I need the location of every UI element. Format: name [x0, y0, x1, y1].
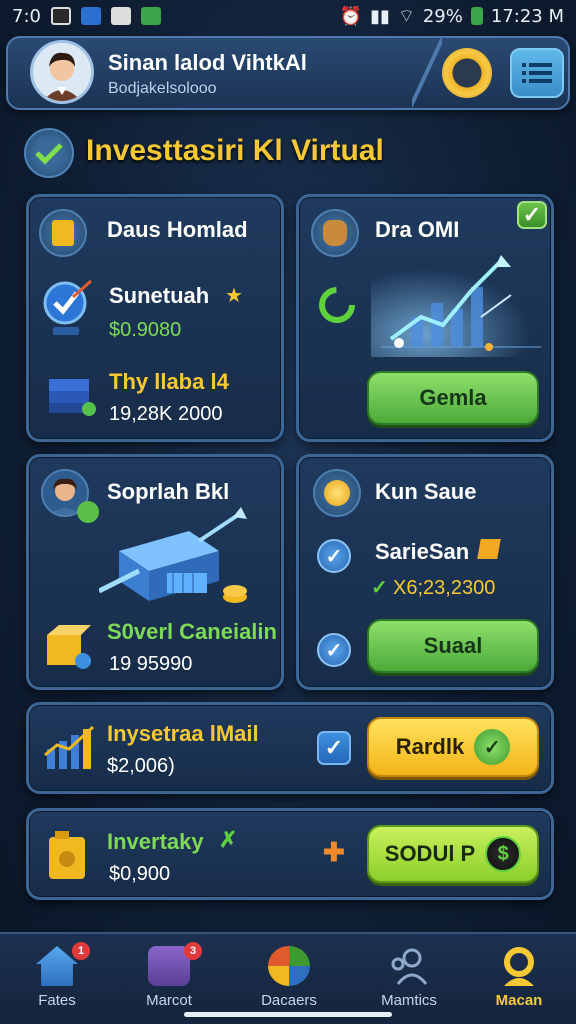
card-4-value: X6;23,2300 [393, 577, 496, 599]
settings-badge-icon[interactable] [442, 48, 492, 98]
gold-coin-icon [39, 209, 87, 257]
fuel-can-icon [45, 829, 91, 881]
notification-icon [50, 7, 71, 25]
card-2-check-icon: ✓ [517, 201, 547, 229]
row-6-label: Invertaky [107, 829, 204, 854]
status-bar: 7:0 ⏰ ▮▮ ⌔ 29% 17:23 M [0, 0, 576, 32]
card-4-small-check-icon: ✓ [371, 577, 388, 599]
home-indicator[interactable] [184, 1012, 392, 1017]
investment-card-4: Kun Saue ✓ SarieSan ✓ X6;23,2300 ✓ Suaal [296, 454, 554, 690]
investment-card-2: Dra OMI ✓ Gemla [296, 194, 554, 442]
growth-chart-icon [371, 247, 547, 357]
row-5-label: Inysetraa lMail [107, 721, 259, 746]
coin-icon [313, 469, 361, 517]
nav-label-marcot: Marcot [146, 992, 192, 1009]
status-time: 17:23 M [490, 5, 564, 27]
card-4-label: SarieSan [375, 539, 470, 564]
card-4-check2-icon: ✓ [317, 633, 351, 667]
nav-badge-1: 1 [72, 942, 90, 960]
status-left-text: 7:0 [12, 5, 41, 27]
card-1-row1-label: Sunetuah [109, 283, 210, 308]
bottom-nav: 1 Fates 3 Marcot Dacaers Mamtics Macan [0, 932, 576, 1024]
server-stack-icon [45, 373, 97, 417]
nav-label-mamtics: Mamtics [381, 992, 437, 1009]
battery-icon [470, 7, 483, 25]
globe-icon [268, 946, 310, 986]
refresh-icon [317, 285, 357, 325]
header-divider [412, 38, 442, 108]
avatar-portrait-icon [33, 43, 91, 101]
card-4-check-icon: ✓ [317, 539, 351, 573]
star-icon: ★ [225, 285, 243, 307]
flag-icon [477, 539, 501, 559]
people-icon [388, 946, 430, 986]
alarm-icon: ⏰ [339, 5, 363, 27]
card-1-row2-label: Thy llaba l4 [109, 369, 229, 394]
row-6-value: $0,900 [109, 863, 171, 885]
profile-ring-icon [498, 946, 540, 986]
warehouse-icon [97, 501, 249, 611]
card-4-title: Kun Saue [375, 479, 477, 504]
card-1-row2-value: 19,28K 2000 [109, 403, 223, 425]
target-icon [43, 279, 93, 339]
row-5-checkbox[interactable]: ✓ [317, 731, 351, 765]
player-name: Sinan lalod VihtkAl [108, 50, 307, 75]
row-6-x-icon: ✗ [219, 827, 238, 852]
row-6-button-label: SODUl P [384, 841, 476, 866]
section-check-icon [24, 128, 74, 178]
investment-row-6: Invertaky ✗ $0,900 ✚ SODUl P $ [26, 808, 554, 900]
card-2-action-button[interactable]: Gemla [367, 371, 539, 425]
card-3-value: 19 95990 [109, 653, 193, 675]
nav-item-mamtics[interactable]: Mamtics [354, 942, 464, 1018]
nav-label-macan: Macan [495, 992, 543, 1009]
money-bag-icon [311, 209, 359, 257]
nav-label-fates: Fates [38, 992, 76, 1009]
investment-card-3: Soprlah Bkl S0verl Caneialin 19 95990 [26, 454, 284, 690]
nav-badge-2: 3 [184, 942, 202, 960]
coin-box-icon [45, 623, 91, 671]
row-6-action-button[interactable]: SODUl P $ [367, 825, 539, 883]
profile-header: Sinan lalod VihtkAl Bodjakelsolooo [6, 36, 570, 110]
wifi-icon: ⌔ [397, 5, 415, 27]
player-subtitle: Bodjakelsolooo [108, 80, 217, 97]
puzzle-icon: ✚ [323, 837, 345, 867]
message-icon [110, 7, 131, 25]
investment-card-1: Daus Homlad Sunetuah ★ $0.9080 Thy llaba… [26, 194, 284, 442]
bar-chart-icon [43, 725, 97, 773]
menu-icon [522, 63, 552, 83]
check-notification-icon [140, 7, 161, 25]
card-2-title: Dra OMI [375, 217, 460, 242]
avatar[interactable] [30, 40, 94, 104]
investment-row-5: Inysetraa lMail $2,006) ✓ Rardlk ✓ [26, 702, 554, 794]
add-badge-icon [77, 501, 99, 523]
row-5-check-icon: ✓ [474, 729, 511, 765]
menu-button[interactable] [510, 48, 564, 98]
nav-item-marcot[interactable]: 3 Marcot [114, 942, 224, 1018]
card-1-row1-value: $0.9080 [109, 319, 182, 341]
nav-label-dacaers: Dacaers [261, 992, 317, 1009]
section-title: Investtasiri Kl Virtual [86, 134, 384, 167]
card-1-title: Daus Homlad [107, 217, 248, 242]
signal-icon: ▮▮ [370, 5, 390, 27]
dollar-icon: $ [485, 836, 522, 872]
nav-item-fates[interactable]: 1 Fates [2, 942, 112, 1018]
row-5-value: $2,006) [107, 755, 175, 777]
nav-item-dacaers[interactable]: Dacaers [234, 942, 344, 1018]
battery-percent: 29% [422, 5, 463, 27]
row-5-action-button[interactable]: Rardlk ✓ [367, 717, 539, 777]
card-4-action-button[interactable]: Suaal [367, 619, 539, 673]
row-5-button-label: Rardlk [395, 734, 465, 759]
nav-item-macan[interactable]: Macan [464, 942, 574, 1018]
app-notification-icon [80, 7, 101, 25]
card-3-label: S0verl Caneialin [107, 619, 277, 644]
